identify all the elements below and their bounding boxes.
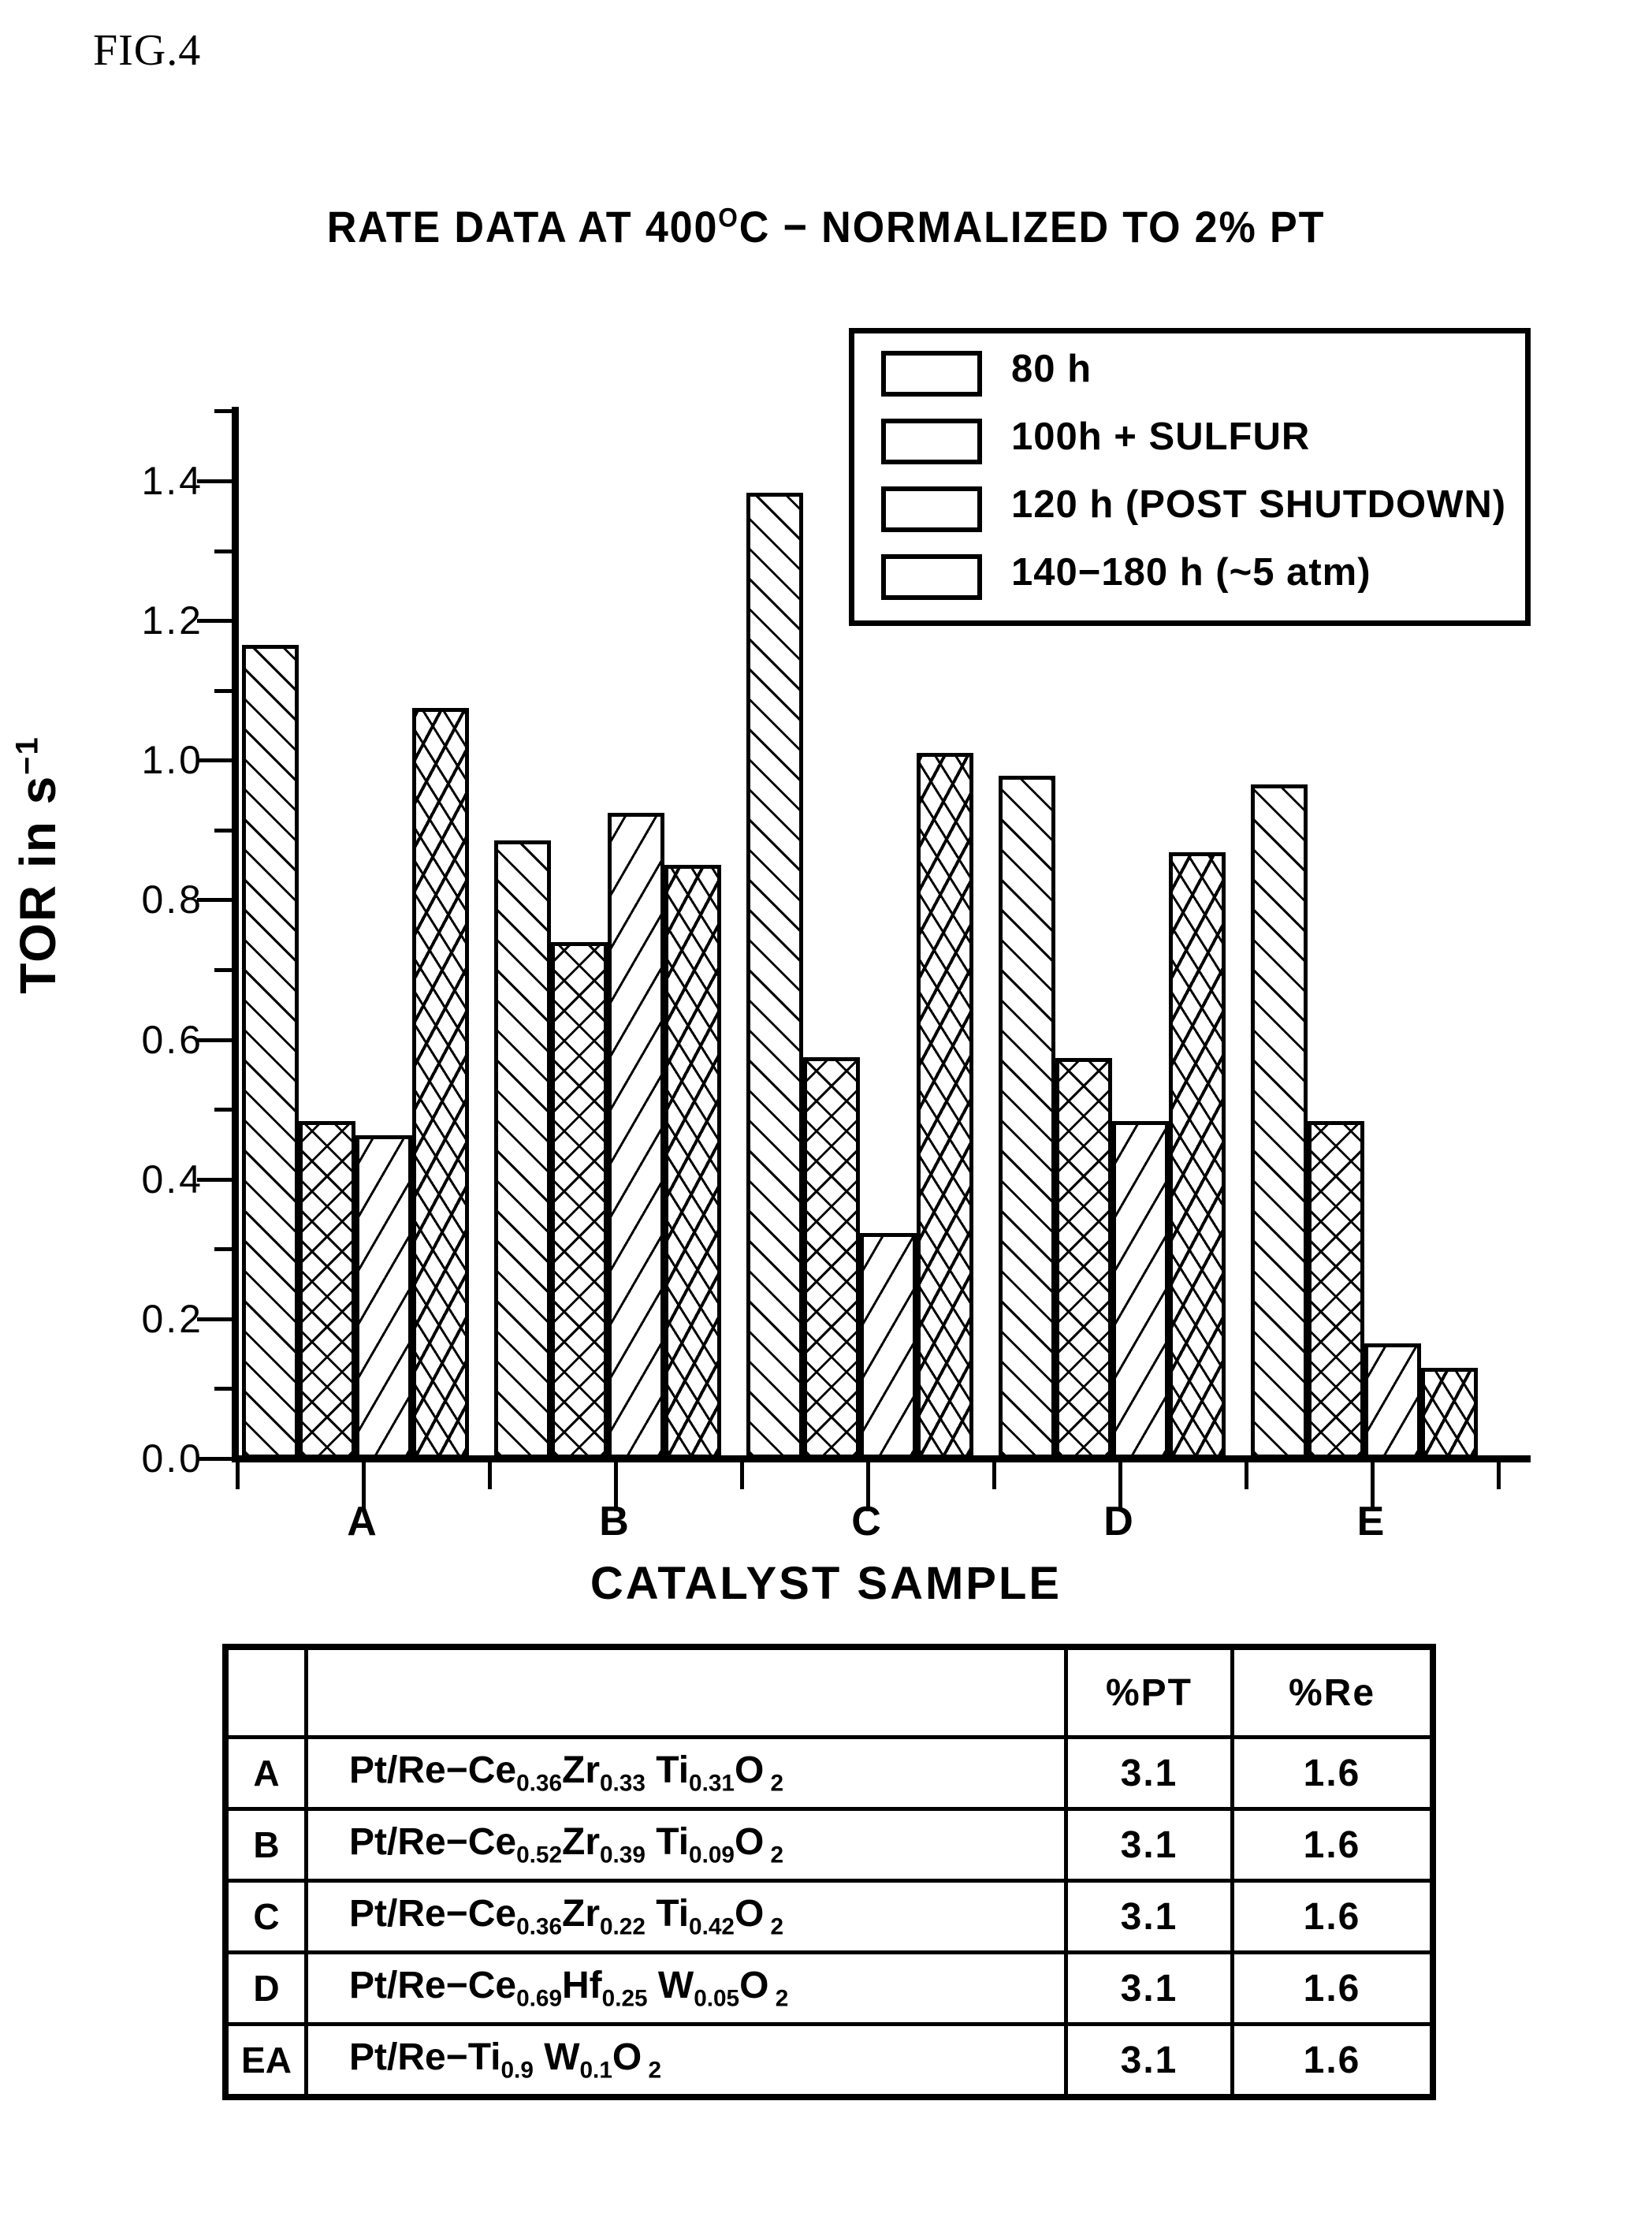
y-axis-tick-label: 1.2 <box>141 598 203 643</box>
y-axis-tick-minor <box>214 549 235 553</box>
bar-e-series-2 <box>1308 1121 1364 1458</box>
legend-swatch-2 <box>881 419 982 464</box>
x-axis-label-c: C <box>851 1499 881 1544</box>
table-cell-sample-id: A <box>223 1735 308 1811</box>
table-cell-pct-re: 1.6 <box>1230 1879 1435 1954</box>
x-axis-label-a: A <box>347 1499 377 1544</box>
table-row: A Pt/Re−Ce0.36Zr0.33 Ti0.31O 2 3.1 1.6 <box>223 1735 1435 1811</box>
y-axis-title-exponent: −1 <box>9 736 45 775</box>
table-header-cell-1 <box>223 1645 308 1739</box>
bar-c-series-4 <box>917 753 973 1458</box>
bar-a-series-2 <box>299 1121 355 1458</box>
bar-d-series-4 <box>1169 852 1226 1458</box>
legend-label-1: 80 h <box>1011 348 1092 390</box>
x-axis-group-boundary-tick <box>992 1462 996 1489</box>
legend-swatch-3 <box>881 486 982 532</box>
table-cell-pct-pt: 3.1 <box>1064 1735 1234 1811</box>
y-axis-tick-minor <box>214 1387 235 1391</box>
y-axis-tick-minor <box>214 409 235 414</box>
bar-d-series-3 <box>1112 1121 1169 1458</box>
legend-item-4: 140−180 h (~5 atm) <box>881 551 1512 600</box>
legend-label-4: 140−180 h (~5 atm) <box>1011 551 1371 594</box>
y-axis-line <box>232 407 239 1462</box>
legend-item-1: 80 h <box>881 348 1512 397</box>
table-cell-pct-re: 1.6 <box>1230 1807 1435 1883</box>
x-axis-title: CATALYST SAMPLE <box>590 1558 1062 1609</box>
catalyst-sample-table: %PT %Re A Pt/Re−Ce0.36Zr0.33 Ti0.31O 2 3.1 1.… <box>222 1644 1436 2100</box>
legend-swatch-4 <box>881 554 982 600</box>
y-axis-title-text: TOR in s <box>9 774 66 994</box>
y-axis-tick-minor <box>214 968 235 972</box>
x-axis-group-boundary-tick <box>740 1462 744 1489</box>
table-row: EA Pt/Re−Ti0.9 W0.1O 2 3.1 1.6 <box>223 2022 1435 2099</box>
table-cell-pct-re: 1.6 <box>1230 1735 1435 1811</box>
y-axis-title: TOR in s−1 <box>9 660 67 1070</box>
bar-b-series-4 <box>664 865 721 1458</box>
x-axis-label-e: E <box>1356 1499 1385 1544</box>
y-axis-tick-minor <box>214 828 235 833</box>
table-cell-pct-re: 1.6 <box>1230 1950 1435 2026</box>
table-cell-pct-pt: 3.1 <box>1064 1950 1234 2026</box>
bar-e-series-3 <box>1364 1343 1421 1458</box>
bar-b-series-1 <box>494 840 551 1458</box>
table-cell-sample-id: EA <box>223 2022 308 2099</box>
y-axis-tick-label: 0.4 <box>141 1157 203 1201</box>
bar-a-series-3 <box>355 1134 412 1458</box>
bar-c-series-1 <box>746 493 803 1458</box>
table-cell-pct-pt: 3.1 <box>1064 1879 1234 1954</box>
x-axis-label-d: D <box>1103 1499 1133 1544</box>
bar-c-series-2 <box>803 1056 860 1458</box>
legend-item-3: 120 h (POST SHUTDOWN) <box>881 483 1512 532</box>
table-cell-formula: Pt/Re−Ce0.36Zr0.22 Ti0.42O 2 <box>304 1879 1068 1954</box>
table-header-cell-2 <box>304 1645 1068 1739</box>
table-cell-sample-id: B <box>223 1807 308 1883</box>
bar-e-series-4 <box>1421 1367 1478 1458</box>
legend-label-3: 120 h (POST SHUTDOWN) <box>1011 483 1507 526</box>
table-cell-pct-pt: 3.1 <box>1064 1807 1234 1883</box>
table-row: D Pt/Re−Ce0.69Hf0.25 W0.05O 2 3.1 1.6 <box>223 1950 1435 2026</box>
y-axis-tick-label: 1.0 <box>141 738 203 783</box>
legend-item-2: 100h + SULFUR <box>881 415 1512 464</box>
table-cell-pct-re: 1.6 <box>1230 2022 1435 2099</box>
x-axis-label-b: B <box>599 1499 629 1544</box>
table-header-cell-4: %Re <box>1230 1645 1435 1739</box>
table-cell-formula: Pt/Re−Ce0.36Zr0.33 Ti0.31O 2 <box>304 1735 1068 1811</box>
legend-label-2: 100h + SULFUR <box>1011 415 1311 458</box>
table: %PT %Re A Pt/Re−Ce0.36Zr0.33 Ti0.31O 2 3.1 1.… <box>222 1644 1436 2100</box>
y-axis-tick-minor <box>214 1247 235 1252</box>
x-axis-group-boundary-tick <box>1245 1462 1248 1489</box>
bar-b-series-3 <box>608 812 664 1458</box>
table-cell-sample-id: D <box>223 1950 308 2026</box>
legend-swatch-1 <box>881 351 982 397</box>
bar-d-series-1 <box>999 775 1055 1458</box>
table-header-cell-3: %PT <box>1064 1645 1234 1739</box>
bar-a-series-1 <box>242 645 299 1458</box>
y-axis-tick-label: 0.2 <box>141 1296 203 1341</box>
table-row: B Pt/Re−Ce0.52Zr0.39 Ti0.09O 2 3.1 1.6 <box>223 1807 1435 1883</box>
table-cell-formula: Pt/Re−Ti0.9 W0.1O 2 <box>304 2022 1068 2099</box>
y-axis-tick-label: 1.4 <box>141 459 203 504</box>
x-axis-group-boundary-tick <box>236 1462 240 1489</box>
x-axis-group-boundary-tick <box>1497 1462 1501 1489</box>
y-axis-tick-label: 0.6 <box>141 1017 203 1062</box>
y-axis-tick-minor <box>214 1108 235 1112</box>
y-axis-tick-minor <box>214 688 235 693</box>
bar-e-series-1 <box>1251 784 1308 1458</box>
table-row: C Pt/Re−Ce0.36Zr0.22 Ti0.42O 2 3.1 1.6 <box>223 1879 1435 1954</box>
bar-a-series-4 <box>412 707 469 1458</box>
y-axis-tick-label: 0.0 <box>141 1436 203 1481</box>
y-axis-tick-label: 0.8 <box>141 877 203 922</box>
bar-d-series-2 <box>1055 1058 1112 1458</box>
table-header-row: %PT %Re <box>223 1645 1435 1739</box>
table-cell-formula: Pt/Re−Ce0.52Zr0.39 Ti0.09O 2 <box>304 1807 1068 1883</box>
bar-b-series-2 <box>551 941 608 1458</box>
table-cell-formula: Pt/Re−Ce0.69Hf0.25 W0.05O 2 <box>304 1950 1068 2026</box>
x-axis-group-boundary-tick <box>488 1462 492 1489</box>
chart-legend: 80 h 100h + SULFUR 120 h (POST SHUTDOWN) 14… <box>849 328 1531 626</box>
bar-c-series-3 <box>860 1232 917 1458</box>
table-cell-sample-id: C <box>223 1879 308 1954</box>
table-cell-pct-pt: 3.1 <box>1064 2022 1234 2099</box>
